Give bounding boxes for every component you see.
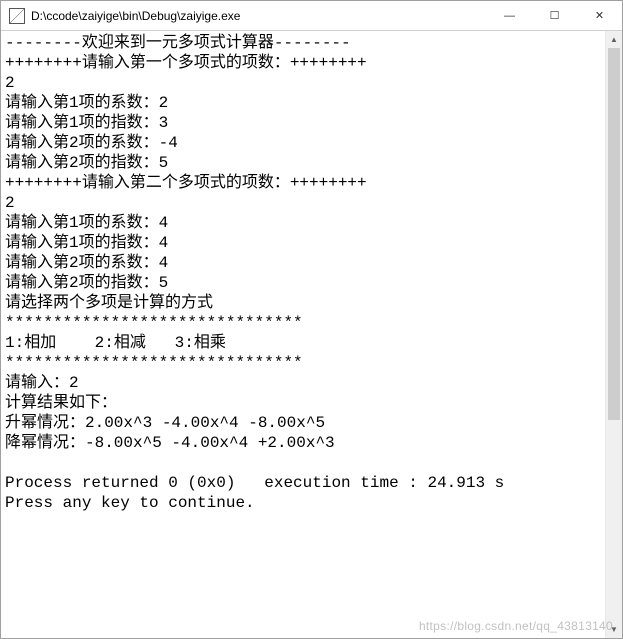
- scroll-up-button[interactable]: ▲: [606, 31, 622, 48]
- vertical-scrollbar[interactable]: ▲ ▼: [605, 31, 622, 638]
- console-line: 请输入第1项的系数：4: [5, 213, 601, 233]
- console-line: 2: [5, 73, 601, 93]
- console-window: D:\ccode\zaiyige\bin\Debug\zaiyige.exe —…: [0, 0, 623, 639]
- console-line: Process returned 0 (0x0) execution time …: [5, 473, 601, 493]
- console-line: 1:相加 2:相减 3:相乘: [5, 333, 601, 353]
- titlebar[interactable]: D:\ccode\zaiyige\bin\Debug\zaiyige.exe —…: [1, 1, 622, 31]
- console-line: 降幂情况：-8.00x^5 -4.00x^4 +2.00x^3: [5, 433, 601, 453]
- app-icon: [9, 8, 25, 24]
- console-line: --------欢迎来到一元多项式计算器--------: [5, 33, 601, 53]
- console-body: --------欢迎来到一元多项式计算器--------++++++++请输入第…: [1, 31, 622, 638]
- console-line: ++++++++请输入第二个多项式的项数：++++++++: [5, 173, 601, 193]
- console-output[interactable]: --------欢迎来到一元多项式计算器--------++++++++请输入第…: [1, 31, 605, 638]
- console-line: 2: [5, 193, 601, 213]
- console-line: 请输入第2项的指数：5: [5, 153, 601, 173]
- minimize-button[interactable]: —: [487, 1, 532, 30]
- console-line: 请输入第1项的系数：2: [5, 93, 601, 113]
- console-line: 请选择两个多项是计算的方式: [5, 293, 601, 313]
- console-line: 请输入第1项的指数：4: [5, 233, 601, 253]
- scrollbar-thumb[interactable]: [608, 48, 620, 420]
- console-line: 请输入第2项的指数：5: [5, 273, 601, 293]
- console-line: 请输入第1项的指数：3: [5, 113, 601, 133]
- console-line: [5, 513, 601, 533]
- console-line: 计算结果如下：: [5, 393, 601, 413]
- console-line: [5, 453, 601, 473]
- maximize-button[interactable]: ☐: [532, 1, 577, 30]
- console-line: Press any key to continue.: [5, 493, 601, 513]
- window-title: D:\ccode\zaiyige\bin\Debug\zaiyige.exe: [31, 9, 487, 23]
- console-line: ++++++++请输入第一个多项式的项数：++++++++: [5, 53, 601, 73]
- console-line: 升幂情况：2.00x^3 -4.00x^4 -8.00x^5: [5, 413, 601, 433]
- console-line: 请输入：2: [5, 373, 601, 393]
- window-controls: — ☐ ✕: [487, 1, 622, 30]
- console-line: 请输入第2项的系数：4: [5, 253, 601, 273]
- console-line: 请输入第2项的系数：-4: [5, 133, 601, 153]
- console-line: *******************************: [5, 313, 601, 333]
- watermark-text: https://blog.csdn.net/qq_43813140: [419, 619, 613, 633]
- close-button[interactable]: ✕: [577, 1, 622, 30]
- console-line: *******************************: [5, 353, 601, 373]
- scrollbar-track[interactable]: [606, 48, 622, 621]
